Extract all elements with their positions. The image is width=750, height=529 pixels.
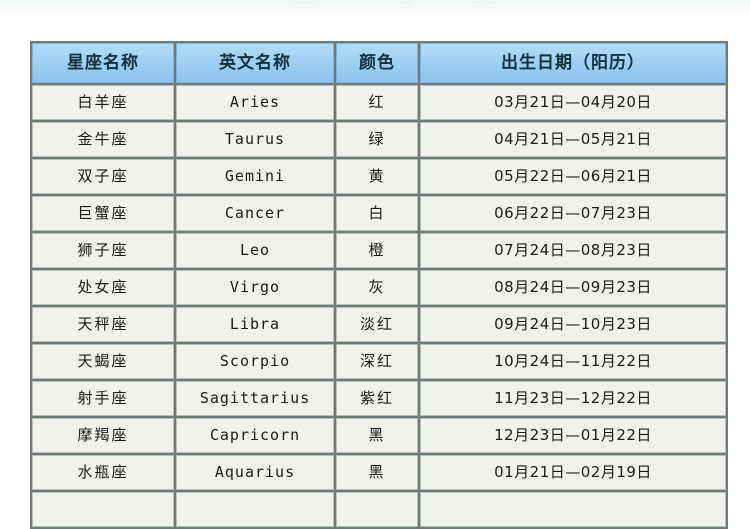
table-row: 金牛座 Taurus 绿 04月21日—05月21日: [32, 122, 726, 157]
table-row: 天秤座 Libra 淡红 09月24日—10月23日: [32, 307, 726, 342]
header-row: 星座名称 英文名称 颜色 出生日期（阳历）: [32, 43, 726, 83]
cell-birth-date: 09月24日—10月23日: [420, 307, 726, 342]
column-header-english-name: 英文名称: [176, 43, 334, 83]
cell-color: 黄: [336, 159, 418, 194]
cell-color: 紫红: [336, 381, 418, 416]
column-header-birth-date: 出生日期（阳历）: [420, 43, 726, 83]
cell-english-name: Aquarius: [176, 455, 334, 490]
ghost-text-1: ……: [292, 0, 318, 6]
cell-clipped: [420, 492, 726, 527]
table-row: 摩羯座 Capricorn 黑 12月23日—01月22日: [32, 418, 726, 453]
cell-color: 淡红: [336, 307, 418, 342]
cell-color: 白: [336, 196, 418, 231]
table-row: 射手座 Sagittarius 紫红 11月23日—12月22日: [32, 381, 726, 416]
cell-english-name: Taurus: [176, 122, 334, 157]
cell-birth-date: 07月24日—08月23日: [420, 233, 726, 268]
zodiac-table-container: 星座名称 英文名称 颜色 出生日期（阳历） 白羊座 Aries 红 03月21日…: [30, 41, 728, 529]
cell-color: 深红: [336, 344, 418, 379]
cell-zodiac-name: 巨蟹座: [32, 196, 174, 231]
cell-color: 橙: [336, 233, 418, 268]
cell-clipped: [336, 492, 418, 527]
cell-color: 黑: [336, 418, 418, 453]
cell-birth-date: 10月24日—11月22日: [420, 344, 726, 379]
cell-english-name: Cancer: [176, 196, 334, 231]
cell-zodiac-name: 双子座: [32, 159, 174, 194]
page-root: …… … …… 星座名称 英文名称 颜色 出生日期（阳历） 白羊: [0, 0, 750, 529]
cell-color: 灰: [336, 270, 418, 305]
table-header: 星座名称 英文名称 颜色 出生日期（阳历）: [32, 43, 726, 83]
table-row: 双子座 Gemini 黄 05月22日—06月21日: [32, 159, 726, 194]
cell-zodiac-name: 白羊座: [32, 85, 174, 120]
cell-english-name: Sagittarius: [176, 381, 334, 416]
cell-clipped: [176, 492, 334, 527]
cell-english-name: Aries: [176, 85, 334, 120]
cell-zodiac-name: 摩羯座: [32, 418, 174, 453]
cell-color: 绿: [336, 122, 418, 157]
cell-zodiac-name: 狮子座: [32, 233, 174, 268]
cell-zodiac-name: 射手座: [32, 381, 174, 416]
cell-zodiac-name: 金牛座: [32, 122, 174, 157]
ghost-text-2: …: [400, 0, 413, 6]
table-body: 白羊座 Aries 红 03月21日—04月20日 金牛座 Taurus 绿 0…: [32, 85, 726, 527]
ghost-text-3: ……: [470, 0, 496, 6]
cell-english-name: Virgo: [176, 270, 334, 305]
cell-birth-date: 11月23日—12月22日: [420, 381, 726, 416]
table-row-clipped: [32, 492, 726, 527]
cell-birth-date: 01月21日—02月19日: [420, 455, 726, 490]
cell-zodiac-name: 水瓶座: [32, 455, 174, 490]
column-header-color: 颜色: [336, 43, 418, 83]
table-row: 狮子座 Leo 橙 07月24日—08月23日: [32, 233, 726, 268]
cell-zodiac-name: 处女座: [32, 270, 174, 305]
cell-birth-date: 04月21日—05月21日: [420, 122, 726, 157]
cell-birth-date: 06月22日—07月23日: [420, 196, 726, 231]
table-row: 巨蟹座 Cancer 白 06月22日—07月23日: [32, 196, 726, 231]
cell-clipped: [32, 492, 174, 527]
zodiac-table: 星座名称 英文名称 颜色 出生日期（阳历） 白羊座 Aries 红 03月21日…: [30, 41, 728, 529]
table-row: 天蝎座 Scorpio 深红 10月24日—11月22日: [32, 344, 726, 379]
cell-english-name: Libra: [176, 307, 334, 342]
cell-birth-date: 08月24日—09月23日: [420, 270, 726, 305]
table-row: 白羊座 Aries 红 03月21日—04月20日: [32, 85, 726, 120]
cell-color: 红: [336, 85, 418, 120]
scan-artifact-strip: …… … ……: [0, 0, 750, 20]
cell-english-name: Gemini: [176, 159, 334, 194]
cell-english-name: Capricorn: [176, 418, 334, 453]
cell-english-name: Scorpio: [176, 344, 334, 379]
cell-zodiac-name: 天蝎座: [32, 344, 174, 379]
column-header-zodiac-name: 星座名称: [32, 43, 174, 83]
table-row: 处女座 Virgo 灰 08月24日—09月23日: [32, 270, 726, 305]
cell-birth-date: 03月21日—04月20日: [420, 85, 726, 120]
cell-zodiac-name: 天秤座: [32, 307, 174, 342]
cell-birth-date: 12月23日—01月22日: [420, 418, 726, 453]
cell-english-name: Leo: [176, 233, 334, 268]
cell-birth-date: 05月22日—06月21日: [420, 159, 726, 194]
cell-color: 黑: [336, 455, 418, 490]
table-row: 水瓶座 Aquarius 黑 01月21日—02月19日: [32, 455, 726, 490]
